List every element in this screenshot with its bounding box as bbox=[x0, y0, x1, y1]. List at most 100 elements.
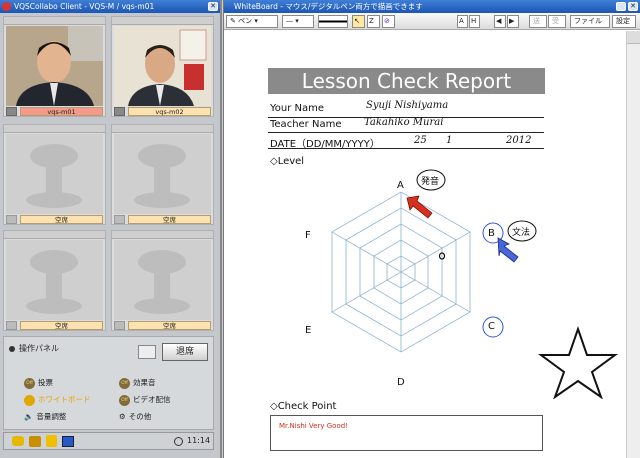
check-point-text: Mr.Nishi Very Good! bbox=[279, 422, 348, 430]
annotation-pronunciation: 発音 bbox=[421, 177, 440, 187]
scroll-up-button[interactable] bbox=[627, 31, 640, 44]
axis-label-c: C bbox=[488, 321, 495, 332]
clock-icon bbox=[174, 437, 183, 446]
exit-button[interactable]: 退席 bbox=[162, 343, 208, 361]
date-year: 2012 bbox=[506, 135, 532, 146]
teacher-name-label: Teacher Name bbox=[270, 119, 342, 130]
whiteboard-on-icon bbox=[24, 394, 35, 406]
speaker-volume-icon: 🔈 bbox=[24, 412, 34, 421]
chat-icon[interactable] bbox=[12, 436, 24, 446]
video-cell-6[interactable]: 空席 bbox=[111, 230, 214, 331]
wb-min-button[interactable] bbox=[616, 2, 626, 11]
other-item[interactable]: ⚙ その他 bbox=[119, 411, 151, 423]
off-badge-icon: Off bbox=[24, 377, 35, 389]
whiteboard-toolbar: ✎ ペン ▾ — ▾ ↖ Z ⊘ A H ◀ ▶ 送 受 ファイル 設定 bbox=[224, 13, 640, 30]
panel-bullet-icon bbox=[9, 346, 15, 352]
participant-name: 空席 bbox=[128, 215, 211, 224]
eraser-tool[interactable]: Z bbox=[367, 15, 380, 28]
annotation-grammar: 文法 bbox=[512, 228, 531, 238]
clear-tool[interactable]: ⊘ bbox=[382, 15, 395, 28]
date-day: 25 bbox=[414, 135, 427, 146]
video-cell-4[interactable]: 空席 bbox=[111, 124, 214, 225]
sfx-item[interactable]: Off 効果音 bbox=[119, 377, 156, 389]
clock-time: 11:14 bbox=[187, 436, 211, 445]
vote-item[interactable]: Off 投票 bbox=[24, 377, 53, 389]
whiteboard-window: WhiteBoard - マウス/デジタルペン両方で描画できます ✕ ✎ ペン … bbox=[223, 0, 640, 458]
left-window-title: VQSCollabo Client - VQS-M / vqs-m01 bbox=[14, 2, 155, 11]
empty-seat-icon bbox=[6, 134, 103, 214]
receive-button[interactable]: 受 bbox=[548, 15, 566, 28]
pen-label: ペン bbox=[238, 17, 253, 25]
video-delivery-item[interactable]: Off ビデオ配信 bbox=[119, 394, 171, 406]
report-title-bar: Lesson Check Report bbox=[268, 68, 545, 94]
other-label: その他 bbox=[128, 412, 152, 421]
back-button[interactable]: ◀ bbox=[494, 15, 506, 28]
volume-item[interactable]: 🔈 音量調整 bbox=[24, 411, 66, 423]
check-point-label: ◇Check Point bbox=[270, 401, 337, 412]
video-cell-5[interactable]: 空席 bbox=[3, 230, 106, 331]
report-title: Lesson Check Report bbox=[301, 69, 512, 93]
users-icon[interactable] bbox=[29, 436, 41, 447]
left-close-button[interactable]: ✕ bbox=[208, 2, 218, 11]
axis-label-e: E bbox=[305, 325, 312, 336]
left-window: VQSCollabo Client - VQS-M / vqs-m01 ✕ vq… bbox=[0, 0, 222, 458]
participant-video-2 bbox=[114, 26, 211, 106]
participant-name: 空席 bbox=[20, 321, 103, 330]
window-icon[interactable] bbox=[138, 345, 156, 359]
pen-select[interactable]: ✎ ペン ▾ bbox=[226, 15, 278, 28]
cell-header bbox=[4, 125, 105, 133]
panel-title: 操作パネル bbox=[19, 344, 59, 353]
speaker-icon[interactable] bbox=[6, 107, 17, 116]
line-width-select[interactable] bbox=[318, 15, 348, 28]
pencil-icon: ✎ bbox=[230, 17, 236, 25]
vote-label: 投票 bbox=[38, 378, 53, 387]
text-a-button[interactable]: A bbox=[457, 15, 468, 28]
participant-name: vqs-m01 bbox=[20, 107, 103, 116]
gear-icon: ⚙ bbox=[119, 412, 126, 421]
person-image bbox=[114, 26, 211, 106]
axis-label-d: D bbox=[397, 377, 405, 388]
axis-label-f: F bbox=[305, 230, 311, 241]
empty-seat-icon bbox=[114, 240, 211, 320]
speaker-icon[interactable] bbox=[6, 321, 17, 330]
video-cell-2[interactable]: vqs-m02 bbox=[111, 16, 214, 117]
left-titlebar: VQSCollabo Client - VQS-M / vqs-m01 ✕ bbox=[0, 0, 220, 13]
check-point-box: Mr.Nishi Very Good! bbox=[270, 415, 543, 451]
speaker-icon[interactable] bbox=[114, 107, 125, 116]
volume-label: 音量調整 bbox=[36, 412, 67, 421]
off-badge-icon: Off bbox=[119, 394, 130, 406]
participant-name: vqs-m02 bbox=[128, 107, 211, 116]
vertical-scrollbar[interactable] bbox=[626, 31, 640, 458]
cell-header bbox=[112, 125, 213, 133]
cell-header bbox=[112, 17, 213, 25]
person-image bbox=[6, 26, 103, 106]
star-drawing bbox=[537, 325, 619, 399]
video-cell-3[interactable]: 空席 bbox=[3, 124, 106, 225]
forward-button[interactable]: ▶ bbox=[507, 15, 519, 28]
video-cell-1[interactable]: vqs-m01 bbox=[3, 16, 106, 117]
text-h-button[interactable]: H bbox=[469, 15, 480, 28]
level-label: ◇Level bbox=[270, 156, 305, 167]
select-arrow-tool[interactable]: ↖ bbox=[352, 15, 365, 28]
date-month: 1 bbox=[446, 135, 453, 146]
flag-icon[interactable] bbox=[62, 436, 74, 447]
whiteboard-titlebar: WhiteBoard - マウス/デジタルペン両方で描画できます ✕ bbox=[224, 0, 640, 13]
speaker-icon[interactable] bbox=[6, 215, 17, 224]
speaker-icon[interactable] bbox=[114, 215, 125, 224]
wb-close-button[interactable]: ✕ bbox=[628, 2, 638, 11]
settings-button[interactable]: 設定 bbox=[612, 15, 636, 28]
sfx-label: 効果音 bbox=[133, 378, 156, 387]
lock-icon[interactable] bbox=[46, 435, 57, 447]
whiteboard-item[interactable]: ホワイトボード bbox=[24, 394, 91, 406]
video-delivery-label: ビデオ配信 bbox=[133, 395, 171, 404]
your-name-value: Syuji Nishiyama bbox=[366, 100, 449, 111]
level-radar-chart bbox=[331, 169, 537, 353]
line-style-select[interactable]: — ▾ bbox=[282, 15, 314, 28]
speaker-icon[interactable] bbox=[114, 321, 125, 330]
file-button[interactable]: ファイル bbox=[570, 15, 610, 28]
send-button[interactable]: 送 bbox=[529, 15, 547, 28]
status-bar: 11:14 bbox=[3, 432, 214, 450]
control-panel: 操作パネル 退席 Off 投票 Off 効果音 ホワイトボード Off ビデオ配信 🔈… bbox=[3, 336, 214, 430]
participant-video-1 bbox=[6, 26, 103, 106]
off-badge-icon: Off bbox=[119, 377, 130, 389]
